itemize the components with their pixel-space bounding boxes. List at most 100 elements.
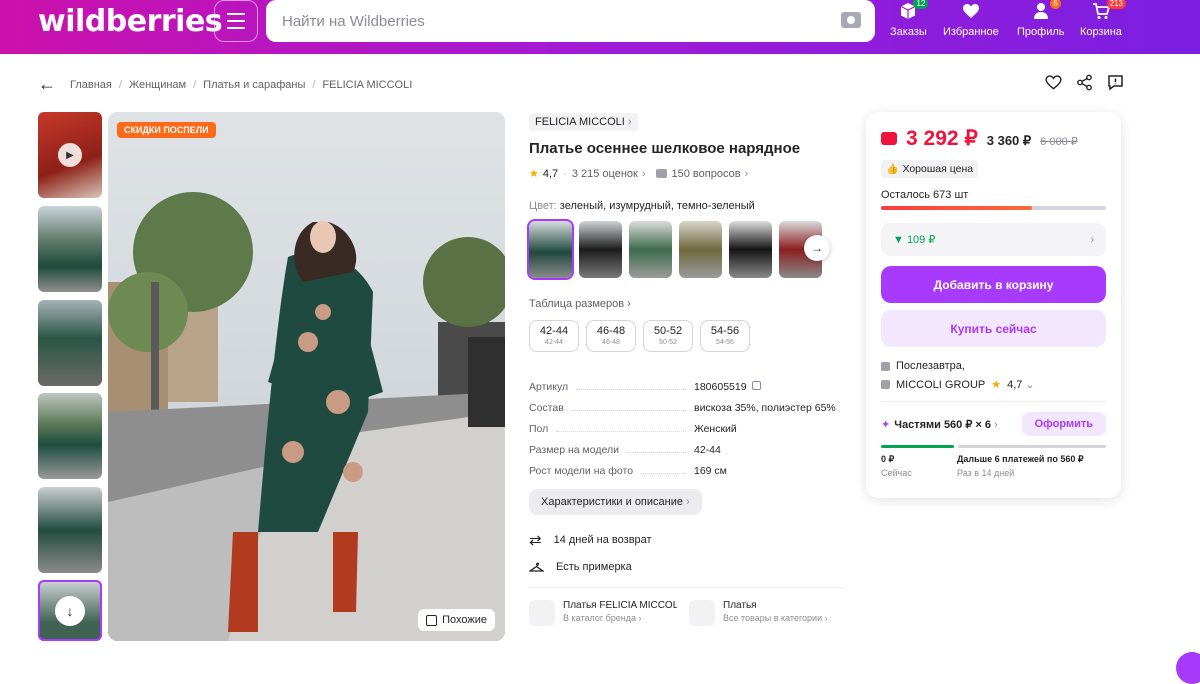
size-option[interactable]: 42-44 42-44 bbox=[529, 320, 579, 352]
copy-icon[interactable] bbox=[752, 381, 762, 390]
reviews-link[interactable]: 3 215 оценок bbox=[572, 168, 638, 180]
search-input[interactable] bbox=[282, 12, 822, 30]
thumbnail-image[interactable] bbox=[38, 300, 102, 386]
share-icon[interactable] bbox=[1076, 74, 1093, 91]
product-photo bbox=[108, 112, 505, 641]
brand-link[interactable]: FELICIA MICCOLI › bbox=[529, 113, 638, 131]
stock-left: Осталось 673 шт bbox=[881, 189, 969, 201]
cart-icon: 213 bbox=[1090, 0, 1126, 22]
nav-label: Корзина bbox=[1080, 26, 1122, 38]
size-option[interactable]: 54-56 54-56 bbox=[700, 320, 750, 352]
property-row: Размер на модели 42-44 bbox=[529, 435, 844, 456]
camera-icon[interactable] bbox=[841, 12, 861, 28]
installments-button[interactable]: Оформить bbox=[1021, 412, 1106, 436]
return-feature: ⇄ 14 дней на возврат bbox=[529, 531, 844, 549]
divider bbox=[529, 587, 844, 588]
nav-label: Профиль bbox=[1017, 26, 1065, 38]
seller-row[interactable]: MICCOLI GROUP ★ 4,7 ⌄ bbox=[881, 378, 1106, 391]
installments-link[interactable]: ✦ Частями 560 ₽ × 6 › bbox=[881, 418, 998, 431]
similar-icon bbox=[426, 614, 438, 626]
property-key: Пол bbox=[529, 423, 549, 435]
breadcrumb: ← Главная / Женщинам / Платья и сарафаны… bbox=[38, 74, 412, 95]
color-swatch[interactable] bbox=[579, 221, 622, 278]
rating-row: ★ 4,7 · 3 215 оценок › 150 вопросов › bbox=[529, 167, 844, 181]
size-option[interactable]: 50-52 50-52 bbox=[643, 320, 693, 352]
menu-button[interactable] bbox=[214, 0, 258, 42]
property-row: Артикул 180605519 bbox=[529, 372, 844, 393]
back-arrow-icon[interactable]: ← bbox=[38, 74, 56, 95]
breadcrumb-item[interactable]: FELICIA MICCOLI bbox=[322, 79, 412, 91]
property-value: 169 см bbox=[694, 465, 727, 477]
size-option[interactable]: 46-48 46-48 bbox=[586, 320, 636, 352]
fitting-feature: Есть примерка bbox=[529, 561, 844, 573]
swatches-next-button[interactable]: → bbox=[804, 235, 830, 261]
similar-label: Похожие bbox=[442, 614, 487, 626]
pay-later-sub: Раз в 14 дней bbox=[957, 468, 1015, 478]
pay-now-amount: 0 ₽ bbox=[881, 454, 895, 464]
nav-profile[interactable]: 6 Профиль bbox=[1017, 0, 1065, 38]
property-value: Женский bbox=[694, 423, 737, 435]
thumbnail-video[interactable]: ▶ bbox=[38, 112, 102, 198]
delivery-text: Послезавтра, bbox=[896, 360, 965, 372]
profile-count: 6 bbox=[1050, 0, 1061, 9]
questions-link[interactable]: 150 вопросов bbox=[672, 168, 741, 180]
size-table-link[interactable]: Таблица размеров › bbox=[529, 298, 844, 310]
color-swatch-active[interactable] bbox=[527, 219, 574, 280]
breadcrumb-item[interactable]: Платья и сарафаны bbox=[203, 79, 305, 91]
chevron-right-icon: › bbox=[744, 167, 749, 180]
color-swatch[interactable] bbox=[729, 221, 772, 278]
pay-later-amount: Дальше 6 платежей по 560 ₽ bbox=[957, 454, 1084, 464]
return-text: 14 дней на возврат bbox=[553, 534, 652, 546]
breadcrumb-separator: / bbox=[193, 78, 197, 91]
nav-favorites[interactable]: Избранное bbox=[943, 0, 999, 38]
chat-button[interactable] bbox=[1176, 652, 1200, 684]
thumbnail-image[interactable] bbox=[38, 393, 102, 479]
top-header: wildberries 12 Заказы Избранное 6 Профил… bbox=[0, 0, 1200, 54]
favorite-icon[interactable] bbox=[1045, 74, 1062, 91]
characteristics-label: Характеристики и описание bbox=[541, 496, 683, 508]
chevron-down-icon: ⌄ bbox=[1025, 379, 1035, 391]
good-price-label: Хорошая цена bbox=[902, 163, 974, 175]
color-swatches: → bbox=[527, 219, 844, 280]
breadcrumb-item[interactable]: Женщинам bbox=[129, 79, 186, 91]
main-product-image[interactable]: СКИДКИ ПОСПЕЛИ Похожие bbox=[108, 112, 505, 641]
color-swatch[interactable] bbox=[629, 221, 672, 278]
property-key: Размер на модели bbox=[529, 444, 619, 456]
wildberries-logo[interactable]: wildberries bbox=[38, 4, 223, 39]
category-link[interactable]: Платья Все товары в категории › bbox=[689, 600, 839, 626]
chevron-right-icon: › bbox=[627, 298, 631, 310]
thumbnail-image[interactable] bbox=[38, 206, 102, 292]
separator: · bbox=[563, 167, 567, 180]
property-value: 42-44 bbox=[694, 444, 721, 456]
property-key: Состав bbox=[529, 402, 564, 414]
stock-bar-fill bbox=[881, 206, 1032, 210]
wallet-icon bbox=[881, 132, 897, 145]
size-main: 50-52 bbox=[653, 325, 683, 337]
brand-card-sub: В каталог бренда bbox=[563, 613, 637, 623]
brand-name: FELICIA MICCOLI bbox=[535, 116, 625, 128]
scroll-down-icon[interactable]: ↓ bbox=[55, 596, 85, 626]
similar-button[interactable]: Похожие bbox=[418, 609, 495, 631]
characteristics-button[interactable]: Характеристики и описание › bbox=[529, 489, 702, 515]
property-row: Пол Женский bbox=[529, 414, 844, 435]
color-value: зеленый, изумрудный, темно-зеленый bbox=[559, 200, 755, 212]
questions-icon bbox=[655, 169, 667, 178]
nav-orders[interactable]: 12 Заказы bbox=[890, 0, 929, 38]
report-icon[interactable] bbox=[1107, 74, 1124, 91]
properties-list: Артикул 180605519 Состав вискоза 35%, поли… bbox=[529, 372, 844, 477]
chevron-right-icon: › bbox=[627, 116, 632, 128]
buy-now-button[interactable]: Купить сейчас bbox=[881, 310, 1106, 347]
color-swatch[interactable] bbox=[679, 221, 722, 278]
brand-catalog-link[interactable]: Платья FELICIA MICCOLI В каталог бренда › bbox=[529, 600, 679, 626]
sale-badge: СКИДКИ ПОСПЕЛИ bbox=[117, 122, 216, 138]
nav-cart[interactable]: 213 Корзина bbox=[1080, 0, 1126, 38]
thumbnail-image[interactable] bbox=[38, 487, 102, 573]
thumbnail-image-active[interactable]: ↓ bbox=[38, 580, 102, 641]
cashback-value: ▼ 109 ₽ bbox=[893, 234, 936, 246]
product-info: FELICIA MICCOLI › Платье осеннее шелково… bbox=[527, 112, 844, 626]
breadcrumb-item[interactable]: Главная bbox=[70, 79, 112, 91]
hanger-icon bbox=[529, 562, 544, 572]
product-title: Платье осеннее шелковое нарядное bbox=[529, 140, 801, 157]
cashback-row[interactable]: ▼ 109 ₽ › bbox=[881, 223, 1106, 256]
add-to-cart-button[interactable]: Добавить в корзину bbox=[881, 266, 1106, 303]
